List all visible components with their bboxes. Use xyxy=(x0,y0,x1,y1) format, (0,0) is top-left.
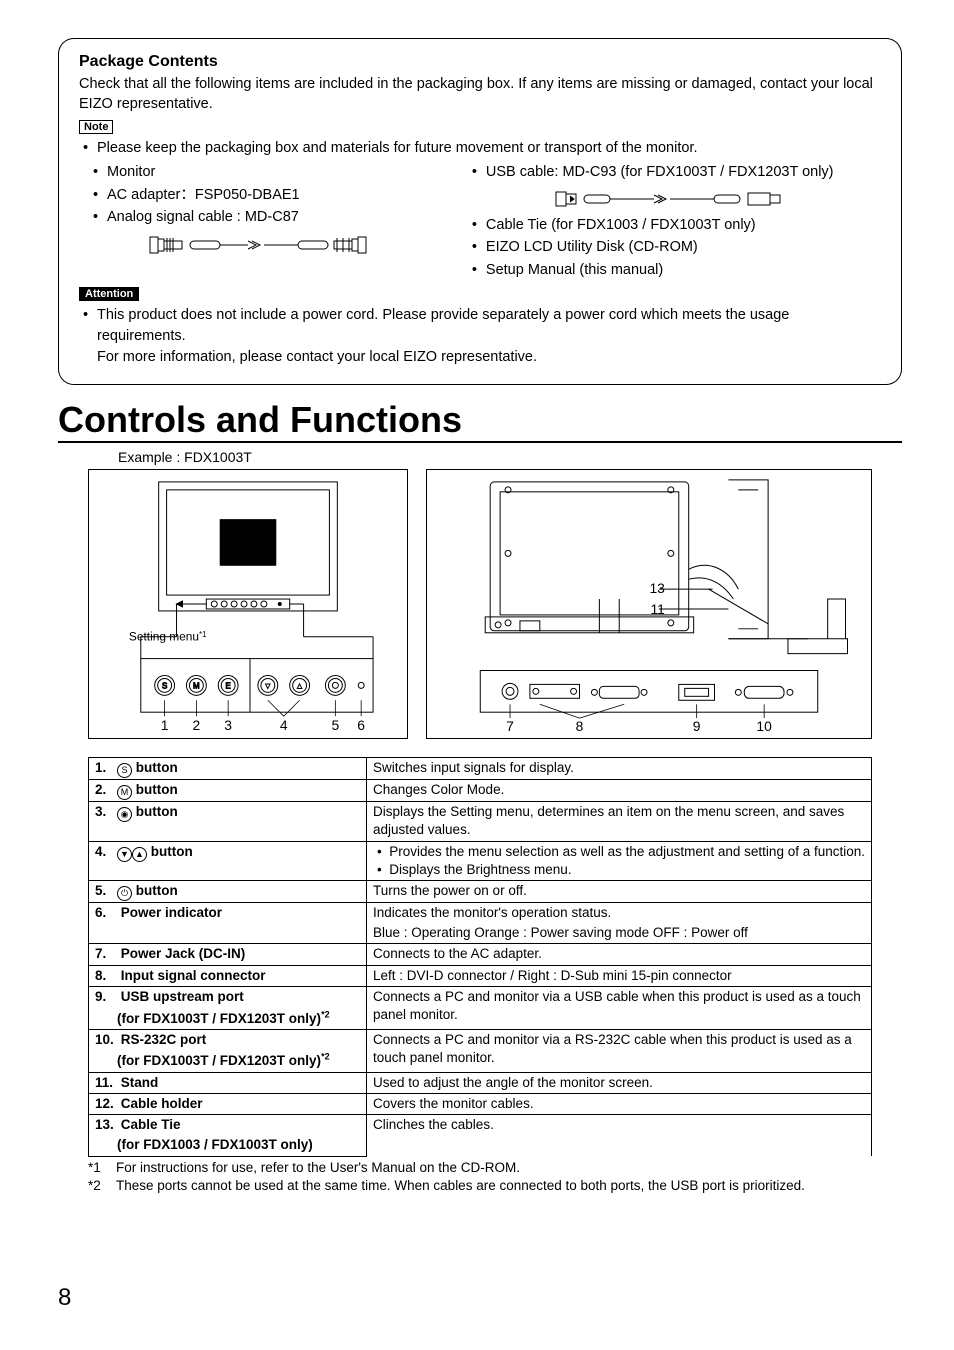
svg-text:E: E xyxy=(225,681,230,690)
right-col: USB cable: MD-C93 (for FDX1003T / FDX120… xyxy=(458,161,881,281)
svg-text:2: 2 xyxy=(193,717,201,733)
item-monitor: Monitor xyxy=(93,161,448,183)
attention-text: This product does not include a power co… xyxy=(79,305,881,368)
note-line: Please keep the packaging box and materi… xyxy=(79,138,881,159)
item-ac: AC adapter：FSP050-DBAE1 xyxy=(93,184,448,206)
svg-text:Setting menu*1: Setting menu*1 xyxy=(129,630,207,644)
att-line1: This product does not include a power co… xyxy=(97,307,789,344)
usb-cable-icon xyxy=(554,186,784,212)
att-line2: For more information, please contact you… xyxy=(97,349,537,365)
svg-text:Color: Color xyxy=(243,533,253,538)
page-number: 8 xyxy=(58,1284,71,1312)
item-usb: USB cable: MD-C93 (for FDX1003T / FDX120… xyxy=(472,161,881,183)
item-cd: EIZO LCD Utility Disk (CD-ROM) xyxy=(472,236,881,258)
note-list: Please keep the packaging box and materi… xyxy=(79,138,881,159)
item-tie: Cable Tie (for FDX1003 / FDX1003T only) xyxy=(472,214,881,236)
item-manual: Setup Manual (this manual) xyxy=(472,259,881,281)
svg-text:7: 7 xyxy=(506,718,514,734)
svg-text:13: 13 xyxy=(649,580,665,596)
attention-label: Attention xyxy=(79,287,139,301)
svg-text:Menu: Menu xyxy=(242,525,255,531)
figures: Menu Color Screen PowerManager Monitor S… xyxy=(88,469,872,739)
fn1-mark: *1 xyxy=(88,1159,116,1177)
controls-table: 1.S buttonSwitches input signals for dis… xyxy=(88,757,872,1157)
svg-text:Screen: Screen xyxy=(242,539,255,544)
item-analog: Analog signal cable : MD-C87 xyxy=(93,206,448,228)
section-title: Controls and Functions xyxy=(58,399,902,443)
figure-rear: 13 11 7 8 9 10 xyxy=(426,469,872,739)
right-items2: Cable Tie (for FDX1003 / FDX1003T only) … xyxy=(472,214,881,281)
svg-text:M: M xyxy=(193,681,200,690)
left-items: Monitor AC adapter：FSP050-DBAE1 Analog s… xyxy=(93,161,448,228)
svg-text:S: S xyxy=(162,681,167,690)
svg-text:9: 9 xyxy=(693,718,701,734)
svg-text:3: 3 xyxy=(224,717,232,733)
right-items: USB cable: MD-C93 (for FDX1003T / FDX120… xyxy=(472,161,881,183)
svg-text:▼: ▼ xyxy=(264,681,272,690)
contents-columns: Monitor AC adapter：FSP050-DBAE1 Analog s… xyxy=(79,161,881,281)
figure-front: Menu Color Screen PowerManager Monitor S… xyxy=(88,469,408,739)
svg-text:4: 4 xyxy=(280,717,288,733)
svg-text:5: 5 xyxy=(331,717,339,733)
left-col: Monitor AC adapter：FSP050-DBAE1 Analog s… xyxy=(79,161,448,281)
package-title: Package Contents xyxy=(79,53,881,71)
svg-text:Information: Information xyxy=(238,556,258,561)
analog-cable-icon xyxy=(148,231,378,259)
svg-text:Monitor Settings: Monitor Settings xyxy=(234,550,263,555)
svg-text:PowerManager: PowerManager xyxy=(235,544,263,549)
svg-text:6: 6 xyxy=(357,717,365,733)
footnotes: *1For instructions for use, refer to the… xyxy=(88,1159,872,1195)
fn2-text: These ports cannot be used at the same t… xyxy=(116,1177,872,1195)
svg-text:▲: ▲ xyxy=(296,681,304,690)
note-label: Note xyxy=(79,120,113,134)
package-intro: Check that all the following items are i… xyxy=(79,75,881,114)
svg-text:1: 1 xyxy=(161,717,169,733)
attention-list: This product does not include a power co… xyxy=(79,305,881,368)
svg-text:8: 8 xyxy=(576,718,584,734)
svg-text:10: 10 xyxy=(756,718,772,734)
example-label: Example : FDX1003T xyxy=(118,449,902,465)
fn1-text: For instructions for use, refer to the U… xyxy=(116,1159,872,1177)
svg-text:11: 11 xyxy=(650,601,665,617)
package-contents-box: Package Contents Check that all the foll… xyxy=(58,38,902,385)
fn2-mark: *2 xyxy=(88,1177,116,1195)
